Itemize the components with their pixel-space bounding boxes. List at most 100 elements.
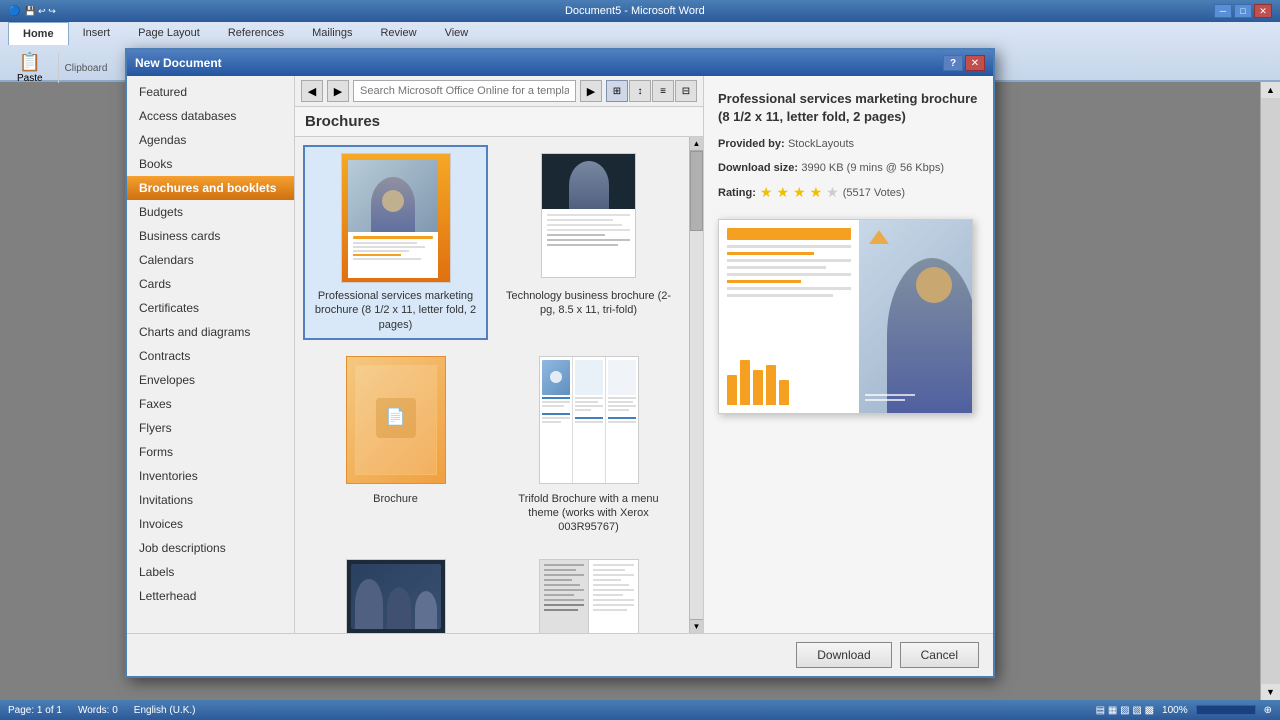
- new-document-dialog: New Document ? ✕ Featured Access databas…: [125, 48, 995, 678]
- template-label-3: Brochure: [373, 492, 418, 506]
- download-button[interactable]: Download: [796, 642, 891, 668]
- clipboard-label: Clipboard: [65, 63, 108, 74]
- sidebar-item-business-cards[interactable]: Business cards: [127, 224, 294, 248]
- sidebar-item-budgets[interactable]: Budgets: [127, 200, 294, 224]
- tab-mailings[interactable]: Mailings: [298, 22, 366, 45]
- view-detail-btn[interactable]: ⊟: [675, 80, 697, 102]
- preview-line-5: [727, 273, 851, 276]
- preview-line-6: [727, 280, 801, 283]
- sidebar-item-faxes[interactable]: Faxes: [127, 392, 294, 416]
- template-label-2: Technology business brochure (2-pg, 8.5 …: [504, 289, 673, 318]
- provided-by-label: Provided by:: [718, 138, 785, 150]
- center-toolbar: ◀ ▶ ▶ ⊞ ↕ ≡ ⊟: [295, 76, 703, 107]
- templates-scroll-down[interactable]: ▼: [690, 619, 703, 633]
- download-label: Download size:: [718, 162, 798, 174]
- sidebar-item-charts[interactable]: Charts and diagrams: [127, 320, 294, 344]
- status-zoom: 100%: [1162, 705, 1188, 716]
- zoom-slider[interactable]: [1196, 705, 1256, 715]
- sidebar-item-cards[interactable]: Cards: [127, 272, 294, 296]
- sidebar-item-invitations[interactable]: Invitations: [127, 488, 294, 512]
- sidebar-item-job-descriptions[interactable]: Job descriptions: [127, 536, 294, 560]
- office-logo: 🔵: [8, 6, 20, 17]
- status-bar: Page: 1 of 1 Words: 0 English (U.K.) ▤ ▦…: [0, 700, 1280, 720]
- dialog-help-button[interactable]: ?: [943, 55, 963, 71]
- sidebar-item-calendars[interactable]: Calendars: [127, 248, 294, 272]
- close-button[interactable]: ✕: [1254, 4, 1272, 18]
- preview-line-4: [727, 266, 826, 269]
- section-title: Brochures: [295, 107, 703, 137]
- sidebar-item-agendas[interactable]: Agendas: [127, 128, 294, 152]
- dialog-title: New Document: [135, 56, 222, 70]
- preview-line-1: [727, 245, 851, 248]
- star-4: ★: [810, 184, 823, 201]
- templates-scroll-thumb[interactable]: [690, 151, 703, 231]
- back-button[interactable]: ◀: [301, 80, 323, 102]
- maximize-button[interactable]: □: [1234, 4, 1252, 18]
- template-item-3[interactable]: 📄 Brochure: [303, 348, 488, 543]
- app-scrollbar-v[interactable]: ▲ ▼: [1260, 82, 1280, 700]
- templates-scroll-up[interactable]: ▲: [690, 137, 703, 151]
- sidebar-item-flyers[interactable]: Flyers: [127, 416, 294, 440]
- sidebar-item-envelopes[interactable]: Envelopes: [127, 368, 294, 392]
- view-buttons: ⊞ ↕ ≡ ⊟: [606, 80, 697, 102]
- dialog-close-button[interactable]: ✕: [965, 55, 985, 71]
- template-item-2[interactable]: Technology business brochure (2-pg, 8.5 …: [496, 145, 681, 340]
- templates-scrollbar[interactable]: ▲ ▼: [689, 137, 703, 633]
- preview-line-3: [727, 259, 851, 262]
- sidebar-item-inventories[interactable]: Inventories: [127, 464, 294, 488]
- tab-references[interactable]: References: [214, 22, 298, 45]
- sidebar-item-contracts[interactable]: Contracts: [127, 344, 294, 368]
- quick-access: 💾 ↩ ↪: [24, 6, 55, 17]
- star-5: ★: [826, 184, 839, 201]
- dialog-footer: Download Cancel: [127, 633, 993, 676]
- forward-button[interactable]: ▶: [327, 80, 349, 102]
- minimize-button[interactable]: ─: [1214, 4, 1232, 18]
- dialog-title-controls: ? ✕: [943, 55, 985, 71]
- bar-4: [766, 365, 776, 405]
- template-item-1[interactable]: Professional services marketing brochure…: [303, 145, 488, 340]
- search-input[interactable]: [353, 80, 576, 102]
- sidebar-item-featured[interactable]: Featured: [127, 80, 294, 104]
- template-thumb-6: [534, 559, 644, 633]
- votes-count: (5517 Votes): [843, 187, 905, 199]
- bar-2: [740, 360, 750, 405]
- template-thumb-3: 📄: [341, 356, 451, 486]
- sidebar: Featured Access databases Agendas Books …: [127, 76, 295, 633]
- templates-grid: Professional services marketing brochure…: [295, 137, 689, 633]
- template-thumb-2: [534, 153, 644, 283]
- status-language: English (U.K.): [134, 705, 196, 716]
- preview-left-page: [719, 220, 859, 413]
- template-thumb-4: [534, 356, 644, 486]
- sidebar-item-invoices[interactable]: Invoices: [127, 512, 294, 536]
- view-large-btn[interactable]: ⊞: [606, 80, 628, 102]
- templates-scroll-track[interactable]: [690, 151, 703, 619]
- zoom-in[interactable]: ⊕: [1264, 705, 1272, 716]
- sidebar-item-books[interactable]: Books: [127, 152, 294, 176]
- tab-review[interactable]: Review: [366, 22, 430, 45]
- template-item-5[interactable]: Professional brochure dark: [303, 551, 488, 633]
- status-page: Page: 1 of 1: [8, 705, 62, 716]
- cancel-button[interactable]: Cancel: [900, 642, 979, 668]
- tab-page-layout[interactable]: Page Layout: [124, 22, 214, 45]
- template-item-4[interactable]: Trifold Brochure with a menu theme (work…: [496, 348, 681, 543]
- preview-line-2: [727, 252, 814, 255]
- tab-home[interactable]: Home: [8, 22, 69, 45]
- view-list-btn[interactable]: ≡: [652, 80, 674, 102]
- sidebar-item-forms[interactable]: Forms: [127, 440, 294, 464]
- rating-label: Rating:: [718, 187, 756, 199]
- template-item-6[interactable]: Folded brochure: [496, 551, 681, 633]
- sidebar-item-brochures[interactable]: Brochures and booklets: [127, 176, 294, 200]
- paste-button[interactable]: 📋 Paste: [8, 49, 52, 87]
- sidebar-item-certificates[interactable]: Certificates: [127, 296, 294, 320]
- provided-by-value: StockLayouts: [788, 138, 854, 150]
- sidebar-item-letterhead[interactable]: Letterhead: [127, 584, 294, 608]
- search-go-button[interactable]: ▶: [580, 80, 602, 102]
- window-title: Document5 - Microsoft Word: [565, 5, 705, 17]
- sidebar-item-access-databases[interactable]: Access databases: [127, 104, 294, 128]
- tab-insert[interactable]: Insert: [69, 22, 125, 45]
- tab-view[interactable]: View: [431, 22, 483, 45]
- scroll-down[interactable]: ▼: [1261, 684, 1280, 700]
- sidebar-item-labels[interactable]: Labels: [127, 560, 294, 584]
- view-sort-btn[interactable]: ↕: [629, 80, 651, 102]
- info-panel: Professional services marketing brochure…: [703, 76, 993, 633]
